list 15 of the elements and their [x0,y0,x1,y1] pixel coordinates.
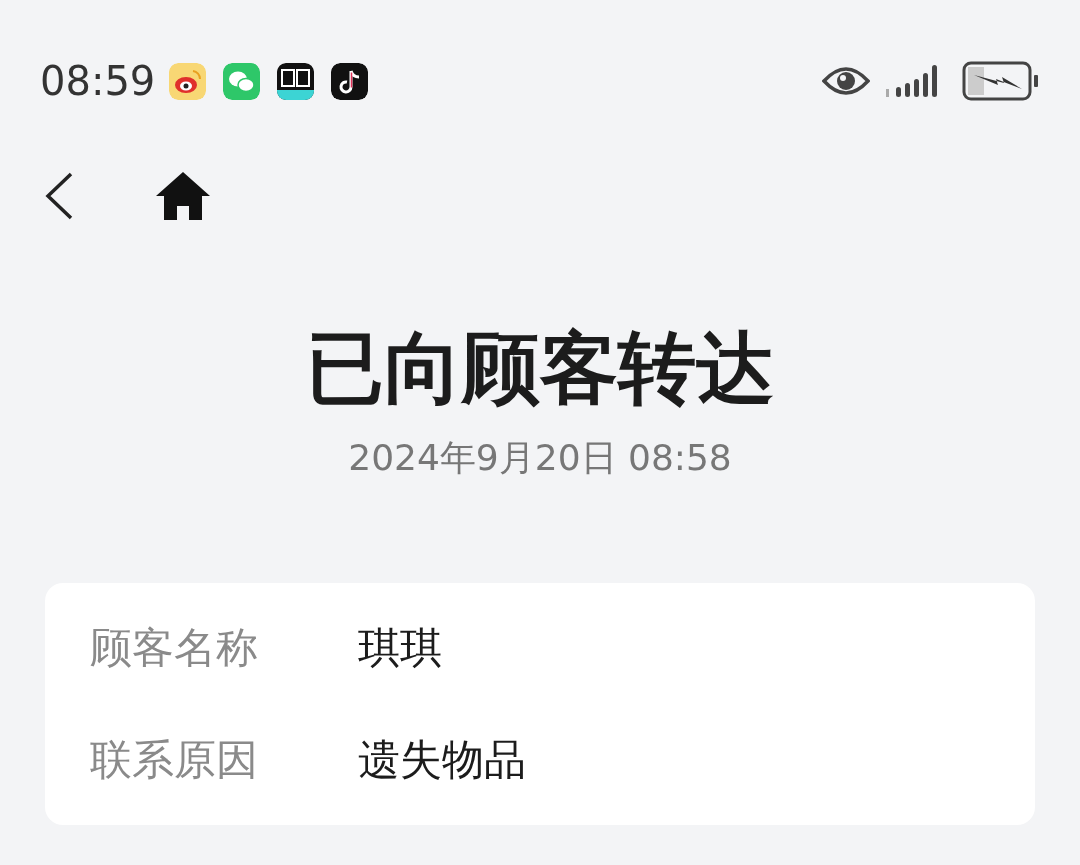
eye-icon [822,65,870,97]
page-title: 已向顾客转达 [305,322,775,415]
status-time: 08:59 [40,58,156,104]
detail-value: 遗失物品 [358,735,526,786]
back-icon[interactable] [44,171,74,221]
detail-label: 顾客名称 [90,622,259,673]
dark-app-icon [277,62,315,100]
battery-charging-icon [962,61,1040,101]
timestamp: 2024年9月20日 08:58 [347,435,733,480]
home-icon[interactable] [154,170,212,222]
music-note-app-icon [331,62,369,100]
chat-bubbles-app-icon [223,62,261,100]
eye-logo-app-icon [169,62,207,100]
detail-label: 联系原因 [90,735,259,786]
detail-value: 琪琪 [358,622,442,673]
